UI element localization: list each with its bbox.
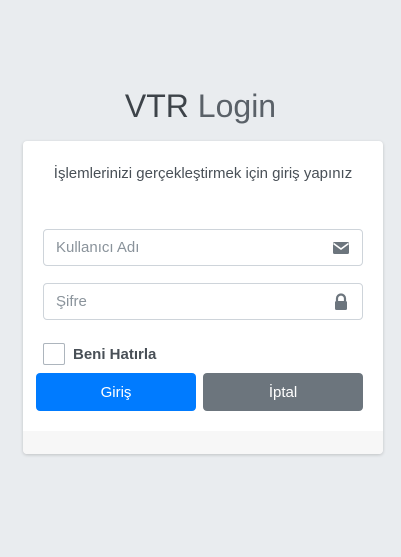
login-card-footer — [23, 431, 383, 454]
remember-me-label[interactable]: Beni Hatırla — [73, 346, 156, 363]
page-title: VTR Login — [0, 86, 401, 126]
password-input-group — [43, 283, 363, 320]
username-input[interactable] — [44, 230, 326, 265]
login-card-body: İşlemlerinizi gerçekleştirmek için giriş… — [23, 141, 383, 431]
login-card: İşlemlerinizi gerçekleştirmek için giriş… — [23, 141, 383, 454]
title-brand: VTR — [124, 88, 189, 124]
remember-me-checkbox[interactable] — [43, 343, 65, 365]
login-page: VTR Login İşlemlerinizi gerçekleştirmek … — [0, 0, 401, 557]
password-input[interactable] — [44, 284, 326, 319]
login-button[interactable]: Giriş — [36, 373, 196, 411]
remember-me: Beni Hatırla — [43, 343, 156, 365]
username-input-group — [43, 229, 363, 266]
login-instructions: İşlemlerinizi gerçekleştirmek için giriş… — [53, 165, 353, 182]
envelope-icon — [333, 242, 349, 254]
cancel-button[interactable]: İptal — [203, 373, 363, 411]
title-login: Login — [197, 88, 277, 124]
lock-icon — [335, 293, 347, 310]
